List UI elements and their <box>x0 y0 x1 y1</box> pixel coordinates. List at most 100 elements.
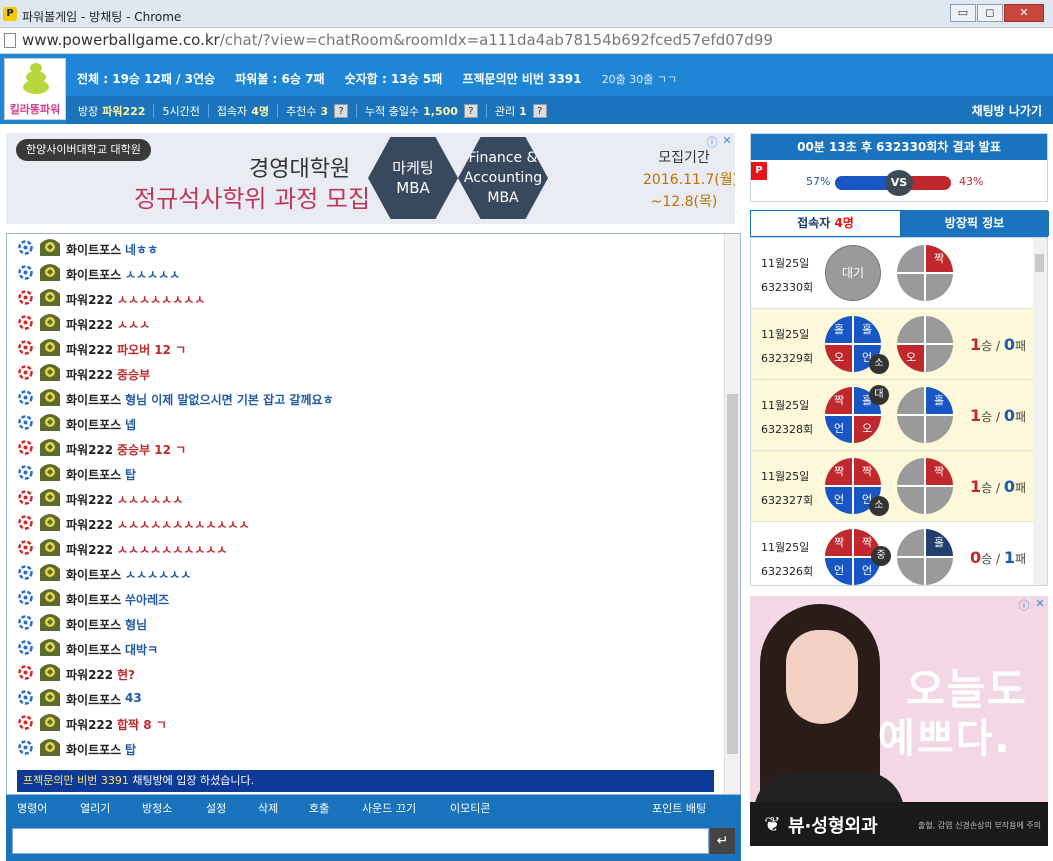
admin-help-button[interactable]: ? <box>532 104 547 118</box>
side-ad-close-icon[interactable]: ✕ <box>1032 597 1048 611</box>
history-scrollbar[interactable] <box>1033 238 1047 585</box>
chat-nickname[interactable]: 화이트포스 <box>66 591 121 608</box>
chat-nickname[interactable]: 화이트포스 <box>66 416 121 433</box>
chat-message: 화이트포스 탑 <box>7 735 707 760</box>
chat-nickname[interactable]: 파워222 <box>66 291 113 308</box>
chat-nickname[interactable]: 화이트포스 <box>66 241 121 258</box>
host-info: 방장 파워222 <box>78 103 145 119</box>
maximize-button[interactable]: ◻ <box>977 4 1003 22</box>
chat-nickname[interactable]: 파워222 <box>66 666 113 683</box>
record-losses: 0 <box>1003 406 1016 425</box>
chat-nickname[interactable]: 파워222 <box>66 516 113 533</box>
chat-text: 형님 <box>125 618 148 632</box>
pick-history[interactable]: 11월25일 632330회 대기 짝 11월25일 632329회 홀 홀 오 언 소 오 1승 / … <box>750 237 1048 586</box>
emoticon-button[interactable]: 이모티콘 <box>450 800 490 816</box>
tab-users[interactable]: 접속자 4명 <box>751 211 900 236</box>
level-icon <box>18 515 33 530</box>
level-icon <box>18 590 33 605</box>
chat-nickname[interactable]: 화이트포스 <box>66 391 121 408</box>
chat-nickname[interactable]: 파워222 <box>66 716 113 733</box>
record-win-label: 승 <box>981 552 993 566</box>
pick-record: 0승 / 1패 <box>970 548 1026 567</box>
chat-nickname[interactable]: 화이트포스 <box>66 691 121 708</box>
history-row: 11월25일 632327회 짝 짝 언 언 소 짝 1승 / 0패 <box>751 451 1047 522</box>
chat-scrollbar[interactable] <box>724 234 740 794</box>
chat-nickname[interactable]: 화이트포스 <box>66 741 121 758</box>
point-bet-button[interactable]: 포인트 배팅 <box>652 800 706 816</box>
side-ad-info-icon[interactable]: ⓘ <box>1016 597 1032 612</box>
call-button[interactable]: 호출 <box>309 800 329 816</box>
chat-nickname[interactable]: 파워222 <box>66 441 113 458</box>
top-banner-ad[interactable]: 한양사이버대학교 대학원 경영대학원 정규석사학위 과정 모집 마케팅 MBA … <box>6 133 735 224</box>
chat-area[interactable]: 화이트포스 네ㅎㅎ 화이트포스 ㅅㅅㅅㅅㅅ 파워222 ㅅㅅㅅㅅㅅㅅㅅㅅ 파워222 ㅅㅅㅅ 파… <box>6 233 741 795</box>
avatar-icon <box>40 464 60 481</box>
recommend-help-button[interactable]: ? <box>334 104 348 118</box>
pick-quadrant: 오 <box>897 344 925 372</box>
chat-nickname[interactable]: 파워222 <box>66 491 113 508</box>
chat-text: ㅅㅅㅅㅅㅅㅅㅅㅅ <box>117 293 206 307</box>
command-button[interactable]: 명령어 <box>17 800 47 816</box>
clean-room-button[interactable]: 방청소 <box>142 800 172 816</box>
chat-nickname[interactable]: 파워222 <box>66 541 113 558</box>
chat-text: ㅅㅅㅅㅅㅅㅅ <box>125 568 192 582</box>
chat-scroll-thumb[interactable] <box>727 394 738 754</box>
total-label: 누적 충일수 <box>365 105 420 118</box>
history-date: 11월25일 632326회 <box>761 536 813 584</box>
level-icon <box>18 440 33 455</box>
window-title: 파워볼게임 - 방채팅 - Chrome <box>22 10 182 24</box>
history-date-text: 11월25일 <box>761 328 810 341</box>
chat-nickname[interactable]: 화이트포스 <box>66 616 121 633</box>
avatar-icon <box>40 489 60 506</box>
url-text[interactable]: www.powerballgame.co.kr/chat/?view=chatR… <box>22 31 773 49</box>
chat-input[interactable] <box>12 828 709 854</box>
tab-host-pick[interactable]: 방장픽 정보 <box>900 211 1049 236</box>
history-row: 11월25일 632328회 짝 홀 언 오 대 홀 1승 / 0패 <box>751 380 1047 451</box>
side-banner-ad[interactable]: 오늘도 예쁘다. ❦ 뷰·성형외과 출혈, 감염 신경손상의 부작용에 주의 ⓘ… <box>750 596 1048 846</box>
chat-nickname[interactable]: 파워222 <box>66 341 113 358</box>
record-losses: 0 <box>1003 335 1016 354</box>
created-time: 5시간전 <box>162 103 199 119</box>
pick-record: 1승 / 0패 <box>970 406 1026 425</box>
size-badge: 중 <box>871 546 891 566</box>
total-help-button[interactable]: ? <box>463 104 478 118</box>
total-value: 1,500 <box>423 104 458 118</box>
chat-nickname[interactable]: 파워222 <box>66 316 113 333</box>
chat-nickname[interactable]: 화이트포스 <box>66 466 121 483</box>
record-slash: / <box>996 481 1001 495</box>
leave-room-button[interactable]: 채팅방 나가기 <box>972 102 1042 119</box>
send-button[interactable]: ↵ <box>710 828 735 854</box>
open-button[interactable]: 열리기 <box>80 800 110 816</box>
history-scroll-thumb[interactable] <box>1035 254 1044 272</box>
sound-off-button[interactable]: 사운드 끄기 <box>362 800 416 816</box>
chat-nickname[interactable]: 파워222 <box>66 366 113 383</box>
address-bar[interactable]: www.powerballgame.co.kr/chat/?view=chatR… <box>0 28 1053 54</box>
history-date-text: 11월25일 <box>761 470 810 483</box>
chat-nickname[interactable]: 화이트포스 <box>66 266 121 283</box>
pick-record: 1승 / 0패 <box>970 477 1026 496</box>
chat-nickname[interactable]: 화이트포스 <box>66 566 121 583</box>
settings-button[interactable]: 설정 <box>206 800 226 816</box>
chat-message: 파워222 파오버 12 ㄱ <box>7 335 707 360</box>
avatar-icon <box>40 389 60 406</box>
chat-text: 중승부 12 ㄱ <box>117 443 187 457</box>
record-wins: 0 <box>970 548 982 567</box>
minimize-button[interactable]: ▭ <box>950 4 976 22</box>
chat-text: 대박ㅋ <box>125 643 159 657</box>
pick-ball: 홀 <box>897 387 953 443</box>
pick-quadrant <box>897 486 925 514</box>
ad-period-end: ~12.8(목) <box>650 194 718 210</box>
chat-message: 화이트포스 대박ㅋ <box>7 635 707 660</box>
logo-text: 킬라똥파워 <box>9 103 61 116</box>
chat-toolbar: 명령어 열리기 방청소 설정 삭제 호출 사운드 끄기 이모티콘 포인트 배팅 <box>6 795 741 821</box>
ad-info-icon[interactable]: ⓘ <box>704 134 720 149</box>
ad-side-brand: 뷰·성형외과 <box>788 816 878 837</box>
chat-message: 파워222 합짝 8 ㄱ <box>7 710 707 735</box>
chat-nickname[interactable]: 화이트포스 <box>66 641 121 658</box>
result-quadrant: 언 <box>825 486 853 514</box>
chat-text: 쑤아레즈 <box>125 593 170 607</box>
chat-message: 화이트포스 ㅅㅅㅅㅅㅅ <box>7 260 707 285</box>
ad-close-icon[interactable]: ✕ <box>719 134 735 148</box>
delete-button[interactable]: 삭제 <box>258 800 278 816</box>
window-controls: ▭ ◻ ✕ <box>949 4 1044 22</box>
close-button[interactable]: ✕ <box>1004 4 1044 22</box>
